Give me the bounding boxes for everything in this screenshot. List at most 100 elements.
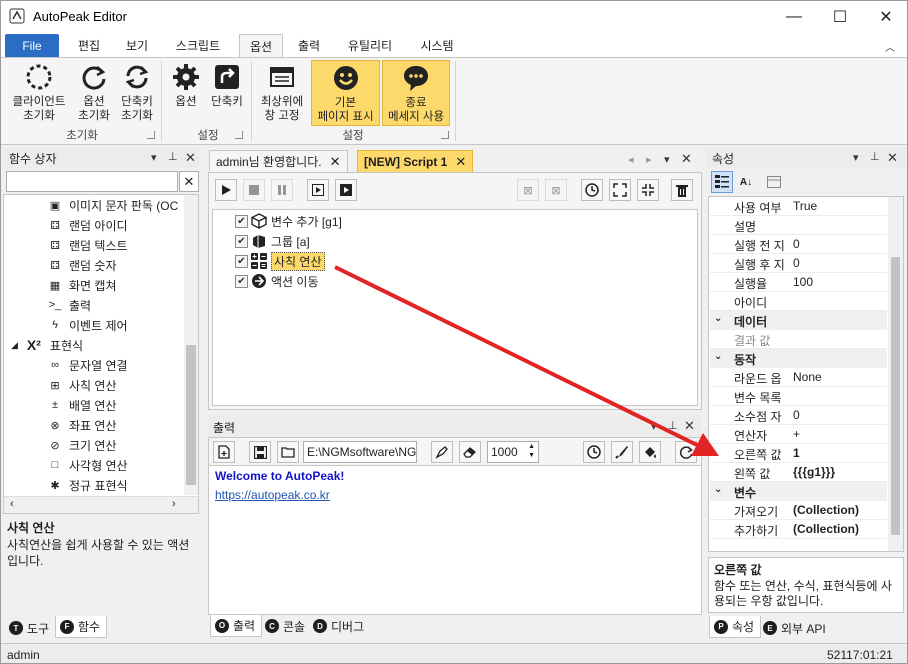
tree-item[interactable]: ⚃ 랜덤 숫자	[47, 255, 116, 275]
dropdown-icon[interactable]: ▾	[651, 420, 657, 433]
property-row[interactable]: 사용 여부 True	[710, 197, 887, 216]
delete-button[interactable]: ⊠	[517, 179, 539, 201]
property-scrollbar[interactable]	[888, 197, 903, 551]
new-log-button[interactable]	[213, 441, 235, 463]
dialog-launcher-icon[interactable]	[441, 131, 449, 139]
script-item[interactable]: ✔ 사칙 연산	[235, 251, 325, 271]
property-value[interactable]: (Collection)	[793, 522, 887, 536]
stop-button[interactable]	[243, 179, 265, 201]
property-row[interactable]: 가져오기 (Collection)	[710, 501, 887, 520]
tab-output[interactable]: 출력	[287, 34, 331, 57]
property-value[interactable]: 1	[793, 446, 887, 460]
tab-view[interactable]: 보기	[115, 34, 159, 57]
scroll-right-icon[interactable]: ›	[172, 498, 176, 510]
chevron-down-icon[interactable]: ⌄	[714, 484, 722, 495]
exit-message-button[interactable]: 종료 메세지 사용	[382, 60, 450, 126]
always-on-top-button[interactable]: 최상위에 창 고정	[255, 61, 309, 123]
tree-item[interactable]: ⊗ 좌표 연산	[47, 415, 116, 435]
fill-button[interactable]	[639, 441, 661, 463]
property-category[interactable]: ⌄ 동작	[710, 349, 887, 368]
pause-button[interactable]	[271, 179, 293, 201]
checkbox[interactable]: ✔	[235, 274, 248, 288]
trash-button[interactable]	[671, 179, 693, 201]
script-item[interactable]: ✔ 변수 추가 [g1]	[235, 211, 342, 231]
property-row[interactable]: 추가하기 (Collection)	[710, 520, 887, 539]
script-item[interactable]: ✔ 그룹 [a]	[235, 231, 310, 251]
tree-item[interactable]: ▣ 이미지 문자 판독 (OC	[47, 195, 178, 215]
property-pages-button[interactable]	[763, 171, 785, 193]
clear-log-button[interactable]	[459, 441, 481, 463]
close-panel-icon[interactable]: ✕	[684, 418, 695, 434]
tree-item[interactable]: >_ 출력	[47, 295, 91, 315]
pen-button[interactable]	[611, 441, 633, 463]
tree-group[interactable]: ◢ X² 표현식	[11, 335, 83, 355]
property-value[interactable]: True	[793, 199, 887, 213]
tree-item[interactable]: ∞ 문자열 연결	[47, 355, 127, 375]
run-from-here-button[interactable]	[335, 179, 357, 201]
tree-item[interactable]: □ 사각형 연산	[47, 455, 128, 475]
open-folder-button[interactable]	[277, 441, 299, 463]
property-row[interactable]: 변수 목록	[710, 387, 887, 406]
run-selection-button[interactable]	[307, 179, 329, 201]
tab-utility[interactable]: 유틸리티	[337, 34, 403, 57]
close-tab-icon[interactable]: ✕	[455, 154, 466, 170]
timer-button[interactable]	[581, 179, 603, 201]
tree-item[interactable]: ✱ 정규 표현식	[47, 475, 127, 495]
log-path-input[interactable]: E:\NGMsoftware\NG	[303, 441, 417, 463]
scrollbar-thumb[interactable]	[186, 345, 196, 485]
checkbox[interactable]: ✔	[235, 254, 248, 268]
dropdown-icon[interactable]: ▾	[151, 151, 157, 164]
property-row[interactable]: 왼쪽 값 {{{g1}}}	[710, 463, 887, 482]
horizontal-scrollbar[interactable]: ‹ ›	[4, 496, 198, 513]
pin-icon[interactable]: ⊥	[168, 150, 178, 163]
reset-shortcuts-button[interactable]: 단축키 초기화	[115, 61, 159, 123]
checkbox[interactable]: ✔	[235, 214, 248, 228]
tree-item[interactable]: ± 배열 연산	[47, 395, 117, 415]
tree-item[interactable]: ▦ 화면 캡쳐	[47, 275, 117, 295]
scroll-left-icon[interactable]: ‹	[10, 498, 14, 510]
show-default-page-button[interactable]: 기본 페이지 표시	[311, 60, 380, 126]
tab-list-icon[interactable]: ▾	[664, 153, 670, 166]
expand-arrow-icon[interactable]: ◢	[11, 340, 18, 351]
close-tab-icon[interactable]: ✕	[330, 154, 341, 170]
tab-script[interactable]: 스크립트	[163, 34, 233, 57]
tree-item[interactable]: ⊞ 사칙 연산	[47, 375, 116, 395]
scrollbar-thumb[interactable]	[891, 257, 900, 535]
property-row[interactable]: 아이디	[710, 292, 887, 311]
spinner-icon[interactable]: ▲ ▼	[528, 442, 535, 460]
tab-script-1[interactable]: [NEW] Script 1 ✕	[357, 150, 474, 172]
tab-system[interactable]: 시스템	[409, 34, 465, 57]
property-value[interactable]: +	[793, 427, 887, 441]
log-link[interactable]: https://autopeak.co.kr	[215, 488, 330, 502]
tree-scrollbar[interactable]	[184, 195, 198, 495]
collapse-button[interactable]	[637, 179, 659, 201]
tab-scroll-right-icon[interactable]: ▸	[646, 153, 652, 166]
property-value[interactable]: 0	[793, 256, 887, 270]
property-value[interactable]: 0	[793, 237, 887, 251]
tab-scroll-left-icon[interactable]: ◂	[628, 153, 634, 166]
tab-welcome[interactable]: admin님 환영합니다. ✕	[209, 150, 348, 172]
categorized-button[interactable]	[711, 171, 733, 193]
pin-icon[interactable]: ⊥	[668, 419, 678, 432]
search-input[interactable]	[6, 171, 178, 192]
tab-tools[interactable]: T 도구	[5, 617, 55, 639]
script-item[interactable]: ✔ 액션 이동	[235, 271, 319, 291]
chevron-down-icon[interactable]: ⌄	[714, 351, 722, 362]
tab-edit[interactable]: 편집	[67, 34, 111, 57]
property-row[interactable]: 연산자 +	[710, 425, 887, 444]
property-row[interactable]: 실행 전 지 0	[710, 235, 887, 254]
run-button[interactable]	[215, 179, 237, 201]
dropdown-icon[interactable]: ▾	[853, 151, 859, 164]
delete-all-button[interactable]: ⊠	[545, 179, 567, 201]
property-value[interactable]: {{{g1}}}	[793, 465, 887, 479]
close-button[interactable]: ✕	[863, 1, 907, 33]
file-tab[interactable]: File	[5, 34, 59, 57]
collapse-ribbon-icon[interactable]: ︿	[885, 39, 895, 54]
tab-functions[interactable]: F 함수	[55, 616, 108, 638]
property-category[interactable]: ⌄ 변수	[710, 482, 887, 501]
maximize-button[interactable]: ☐	[817, 1, 863, 33]
property-row[interactable]: 결과 값	[710, 330, 887, 349]
refresh-log-button[interactable]	[675, 441, 697, 463]
tab-output-log[interactable]: O 출력	[210, 615, 263, 637]
tree-item[interactable]: ⊘ 크기 연산	[47, 435, 116, 455]
